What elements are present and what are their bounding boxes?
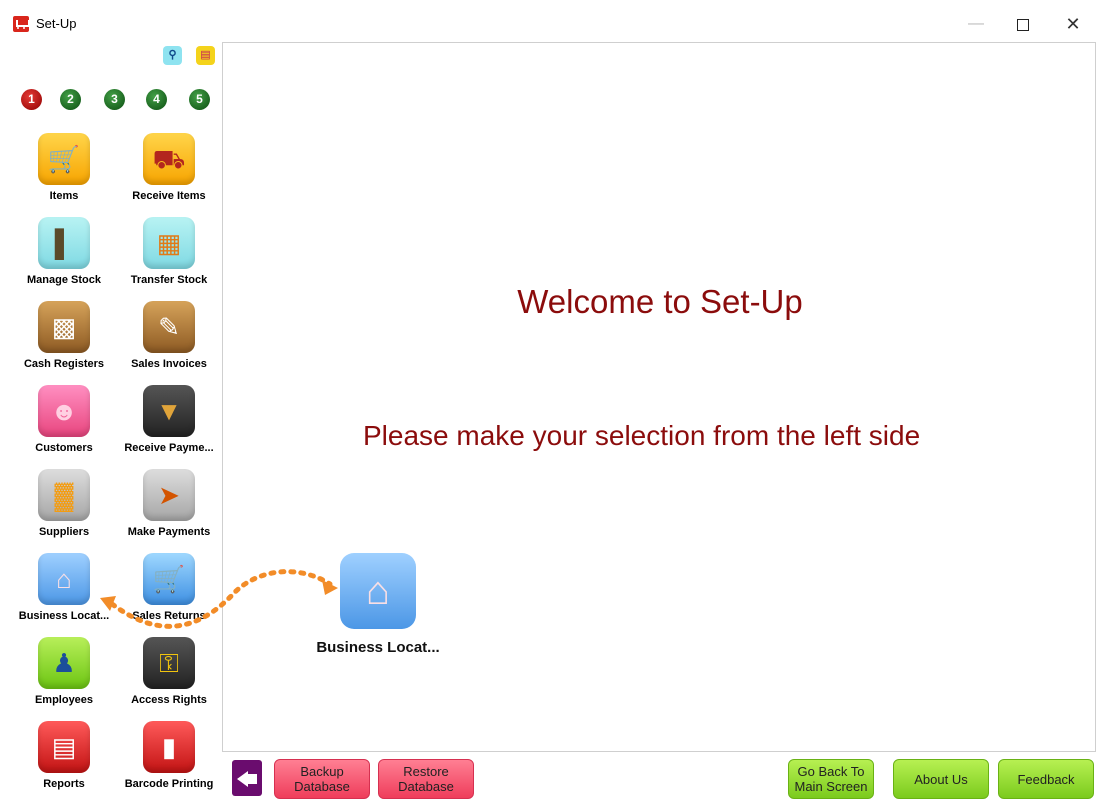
dotted-arrow (100, 569, 338, 629)
bottom-bar: Backup Database Restore Database Go Back… (222, 752, 1096, 801)
restore-database-button[interactable]: Restore Database (378, 759, 474, 799)
setup-window: Set-Up — ✕ ⚲ ▤ 1 2 3 4 5 🛒 Items ⛟ Recei… (0, 0, 1096, 801)
backup-database-button[interactable]: Backup Database (274, 759, 370, 799)
about-us-button[interactable]: About Us (893, 759, 989, 799)
go-back-main-button[interactable]: Go Back To Main Screen (788, 759, 874, 799)
feedback-button[interactable]: Feedback (998, 759, 1094, 799)
back-arrow-button[interactable] (232, 760, 262, 796)
